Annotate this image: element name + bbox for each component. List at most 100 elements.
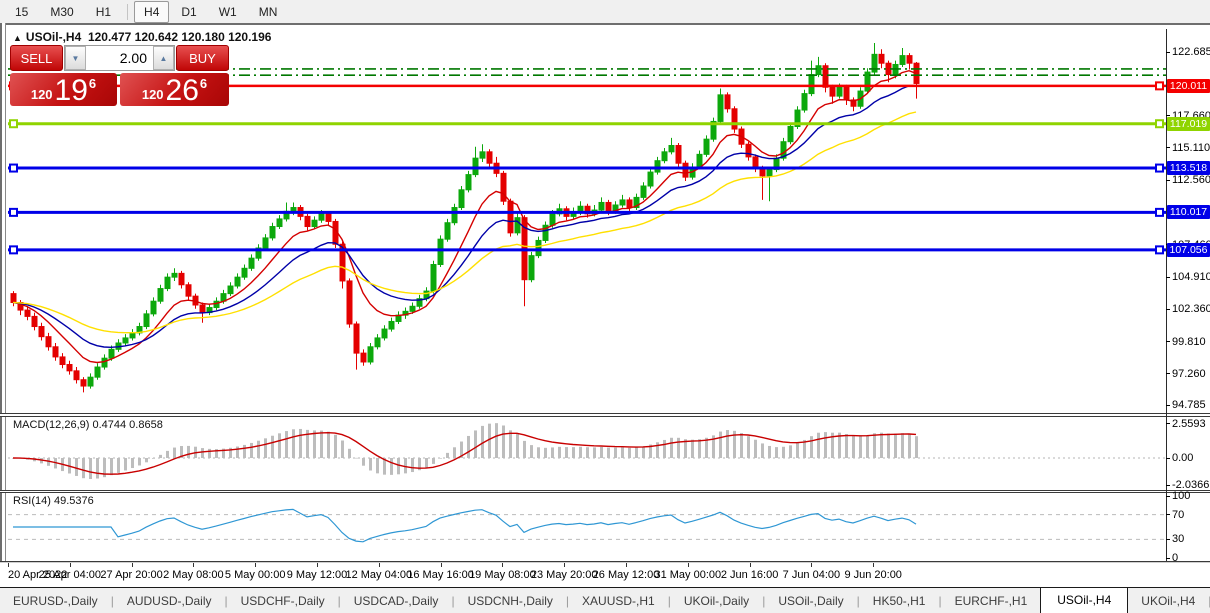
macd-histogram-bar <box>530 445 533 458</box>
time-axis-label: 9 Jun 20:00 <box>844 569 902 581</box>
candle <box>536 240 541 255</box>
macd-histogram-bar <box>796 443 799 458</box>
line-handle[interactable] <box>10 209 17 216</box>
macd-histogram-bar <box>551 447 554 458</box>
timeframe-button-mn[interactable]: MN <box>249 1 288 23</box>
macd-histogram-bar <box>236 447 239 458</box>
price-axis-label: 112.560 <box>1172 174 1210 186</box>
candle <box>277 219 282 227</box>
candle <box>732 109 737 129</box>
macd-histogram-bar <box>894 434 897 458</box>
timeframe-button-w1[interactable]: W1 <box>209 1 247 23</box>
rsi-pane[interactable] <box>8 493 1166 561</box>
line-handle[interactable] <box>10 165 17 172</box>
symbol-tab-usoilh4[interactable]: USOil-,H4 <box>1040 587 1128 613</box>
line-handle[interactable] <box>1156 209 1163 216</box>
timeframe-button-h1[interactable]: H1 <box>86 1 121 23</box>
buy-button[interactable]: BUY <box>176 45 229 71</box>
symbol-tab-usdcnhdaily[interactable]: USDCNH-,Daily <box>455 590 566 612</box>
rsi-axis-tick <box>1166 496 1170 497</box>
buy-price-prefix: 120 <box>142 87 164 102</box>
macd-histogram-bar <box>439 458 442 459</box>
symbol-tab-eurchfh1[interactable]: EURCHF-,H1 <box>942 590 1041 612</box>
macd-histogram-bar <box>355 458 358 459</box>
symbol-tab-usoildaily[interactable]: USOil-,Daily <box>765 590 856 612</box>
time-axis-tick <box>688 563 689 567</box>
symbol-tab-usdchfdaily[interactable]: USDCHF-,Daily <box>228 590 338 612</box>
candle <box>900 56 905 65</box>
candle <box>767 170 772 176</box>
macd-histogram-bar <box>768 446 771 458</box>
price-axis-badge: 120.011 <box>1167 79 1210 93</box>
symbol-tab-ukoildaily[interactable]: UKOil-,Daily <box>671 590 762 612</box>
symbol-tab-hk50h1[interactable]: HK50-,H1 <box>860 590 939 612</box>
candle <box>501 173 506 201</box>
macd-histogram-bar <box>509 430 512 458</box>
sell-button[interactable]: SELL <box>10 45 63 71</box>
timeframe-button-h4[interactable]: H4 <box>134 1 169 23</box>
sell-price-prefix: 120 <box>31 87 53 102</box>
symbol-tab-eurusddaily[interactable]: EURUSD-,Daily <box>0 590 111 612</box>
timeframe-button-m30[interactable]: M30 <box>40 1 83 23</box>
macd-histogram-bar <box>82 458 85 478</box>
candle <box>53 347 58 357</box>
macd-histogram-bar <box>159 455 162 458</box>
line-handle[interactable] <box>10 246 17 253</box>
macd-histogram-bar <box>502 425 505 458</box>
candle <box>879 54 884 63</box>
line-handle[interactable] <box>1156 82 1163 89</box>
macd-histogram-bar <box>201 448 204 458</box>
time-axis-tick <box>502 563 503 567</box>
sell-price-sup: 6 <box>89 76 96 91</box>
candle <box>662 152 667 161</box>
time-axis-tick <box>626 563 627 567</box>
rsi-splitter[interactable] <box>0 490 1210 493</box>
line-handle[interactable] <box>10 120 17 127</box>
rsi-axis-label: 100 <box>1172 490 1190 502</box>
macd-histogram-bar <box>264 438 267 458</box>
macd-histogram-bar <box>250 443 253 458</box>
symbol-tab-usdcaddaily[interactable]: USDCAD-,Daily <box>341 590 452 612</box>
candle <box>46 337 51 347</box>
macd-histogram-bar <box>740 433 743 458</box>
line-handle[interactable] <box>1156 246 1163 253</box>
time-axis[interactable]: 20 Apr 202225 Apr 04:0027 Apr 20:002 May… <box>0 563 1210 587</box>
timeframe-button-15[interactable]: 15 <box>5 1 38 23</box>
sell-price-big: 19 <box>55 77 88 105</box>
symbol-tab-audusddaily[interactable]: AUDUSD-,Daily <box>114 590 225 612</box>
candle <box>816 66 821 75</box>
macd-histogram-bar <box>152 458 155 459</box>
macd-histogram-bar <box>719 432 722 458</box>
symbol-tab-xauusdh1[interactable]: XAUUSD-,H1 <box>569 590 668 612</box>
candle <box>746 144 751 157</box>
rsi-axis-tick <box>1166 514 1170 515</box>
price-axis-label: 94.785 <box>1172 399 1206 411</box>
macd-histogram-bar <box>96 458 99 479</box>
candle <box>242 268 247 277</box>
macd-histogram-bar <box>537 447 540 458</box>
symbol-tab-ukoilh4[interactable]: UKOil-,H4 <box>1128 590 1208 612</box>
line-handle[interactable] <box>1156 120 1163 127</box>
sell-price-panel[interactable]: 120196 <box>10 73 117 106</box>
rsi-axis-label: 0 <box>1172 552 1178 564</box>
buy-price-panel[interactable]: 120266 <box>120 73 229 106</box>
collapse-panel-icon[interactable]: ▲ <box>13 33 22 43</box>
macd-histogram-bar <box>474 430 477 458</box>
candle <box>620 200 625 205</box>
macd-histogram-bar <box>845 434 848 458</box>
time-axis-tick <box>564 563 565 567</box>
macd-histogram-bar <box>432 458 435 464</box>
candle <box>60 357 65 365</box>
macd-histogram-bar <box>362 458 365 466</box>
volume-decrease-button[interactable]: ▼ <box>65 46 86 70</box>
volume-increase-button[interactable]: ▲ <box>153 46 174 70</box>
macd-histogram-bar <box>348 449 351 458</box>
candle <box>431 264 436 291</box>
macd-pane[interactable] <box>8 417 1166 490</box>
macd-splitter[interactable] <box>0 413 1210 417</box>
line-handle[interactable] <box>1156 165 1163 172</box>
volume-input[interactable]: 2.00 <box>86 46 153 70</box>
macd-histogram-bar <box>775 447 778 458</box>
timeframe-button-d1[interactable]: D1 <box>171 1 206 23</box>
time-axis-tick <box>317 563 318 567</box>
